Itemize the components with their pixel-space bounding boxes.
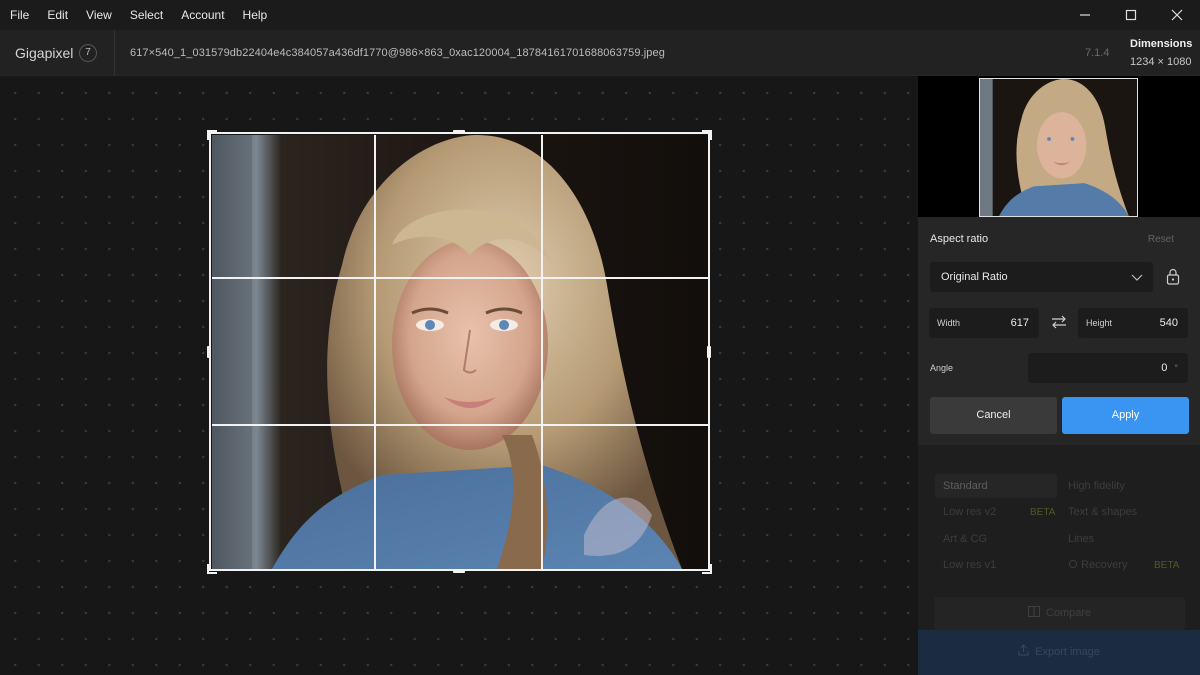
preview-area [918,76,1200,217]
compare-label: Compare [1045,607,1092,619]
maximize-button[interactable] [1108,0,1154,30]
export-button[interactable]: Export image [918,630,1200,675]
preview-thumbnail[interactable] [979,78,1138,217]
menu-help[interactable]: Help [234,0,277,30]
header-bar: Gigapixel 7 617×540_1_031579db22404e4c38… [0,30,1200,76]
recovery-icon [1068,559,1078,569]
menu-bar: File Edit View Select Account Help [0,0,1200,30]
menu-edit[interactable]: Edit [38,0,77,30]
height-label: Height [1086,318,1113,328]
crop-handle-top-left[interactable] [207,130,217,140]
maximize-icon [1125,9,1137,21]
crop-handle-bottom-left[interactable] [207,564,217,574]
minimize-icon [1080,14,1090,16]
model-recovery[interactable]: Recovery [1068,559,1128,571]
crop-settings: Aspect ratio Reset Original Ratio Width … [918,217,1200,445]
aspect-ratio-value: Original Ratio [941,271,1008,283]
beta-badge: BETA [1154,560,1180,571]
crop-handle-bottom[interactable] [453,569,465,573]
model-low-res-v2[interactable]: Low res v2 [943,506,996,518]
model-art-cg[interactable]: Art & CG [943,533,987,545]
close-button[interactable] [1154,0,1200,30]
menu-select[interactable]: Select [121,0,172,30]
recovery-label: Recovery [1081,559,1128,571]
crop-handle-right[interactable] [707,346,711,358]
menu-account[interactable]: Account [172,0,233,30]
apply-button[interactable]: Apply [1062,397,1189,434]
compare-button[interactable]: Compare [934,597,1185,630]
right-panel: Aspect ratio Reset Original Ratio Width … [918,76,1200,675]
width-value: 617 [1010,317,1029,329]
swap-icon[interactable] [1050,314,1068,330]
chevron-down-icon [1131,274,1143,281]
crop-handle-bottom-right[interactable] [702,564,712,574]
crop-grid-line [212,424,708,426]
width-label: Width [937,318,961,328]
crop-handle-left[interactable] [207,346,211,358]
crop-grid-line [212,277,708,279]
beta-badge: BETA [1030,507,1056,518]
angle-label: Angle [930,363,954,373]
preview-image [980,79,1137,216]
model-high-fidelity[interactable]: High fidelity [1068,480,1125,492]
export-label: Export image [1035,646,1100,658]
crop-grid-line [541,135,543,569]
angle-field[interactable]: 0 ° [1028,353,1188,383]
file-name: 617×540_1_031579db22404e4c384057a436df17… [130,47,665,59]
aspect-ratio-label: Aspect ratio [930,233,989,245]
aspect-ratio-dropdown[interactable]: Original Ratio [930,262,1153,292]
crop-handle-top[interactable] [453,130,465,134]
window-controls [1062,0,1200,30]
reset-button[interactable]: Reset [1148,234,1174,245]
menu-view[interactable]: View [77,0,121,30]
dimensions-value: 1234 × 1080 [1130,56,1192,68]
header-divider [114,30,115,76]
dimensions-label: Dimensions [1130,38,1193,50]
app-badge: 7 [79,44,97,62]
height-field[interactable]: Height 540 [1078,308,1188,338]
minimize-button[interactable] [1062,0,1108,30]
model-lines[interactable]: Lines [1068,533,1094,545]
menu-file[interactable]: File [0,0,38,30]
crop-handle-top-right[interactable] [702,130,712,140]
app-name: Gigapixel [15,45,74,61]
height-value: 540 [1159,317,1178,329]
angle-number: 0 [1161,362,1168,374]
version-label: 7.1.4 [1085,47,1110,59]
crop-frame[interactable] [209,132,710,571]
angle-unit: ° [1174,363,1178,373]
model-standard[interactable]: Standard [943,480,988,492]
width-field[interactable]: Width 617 [929,308,1039,338]
model-selection-disabled: Standard High fidelity Low res v2 BETA T… [918,445,1200,675]
model-low-res-v1[interactable]: Low res v1 [943,559,996,571]
model-text-shapes[interactable]: Text & shapes [1068,506,1137,518]
close-icon [1171,9,1183,21]
angle-value: 0 ° [1161,353,1178,383]
compare-icon [1027,606,1040,617]
crop-grid-line [374,135,376,569]
lock-icon[interactable] [1166,268,1180,285]
cancel-button[interactable]: Cancel [930,397,1057,434]
export-icon [1018,644,1029,656]
